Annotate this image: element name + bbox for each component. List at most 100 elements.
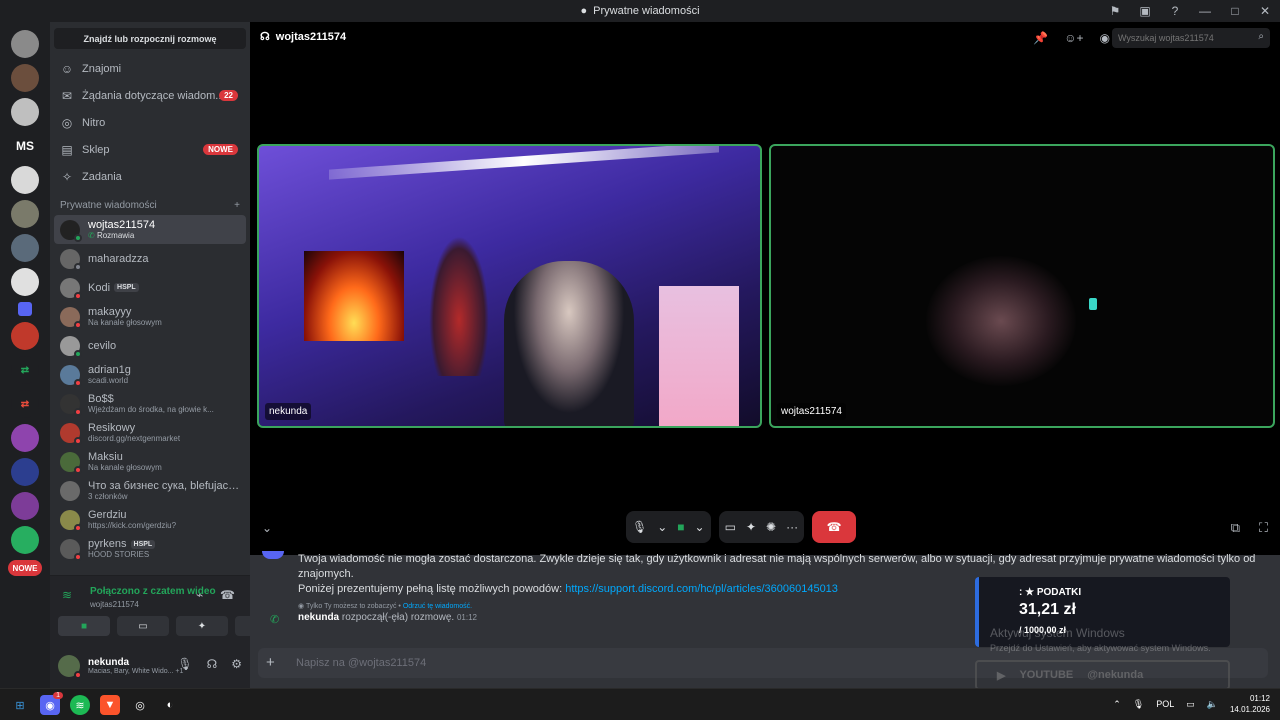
- server-icon[interactable]: [11, 458, 39, 486]
- more-icon[interactable]: ···: [786, 520, 798, 534]
- goal-value: 31,21 zł: [1019, 601, 1076, 618]
- maximize-button[interactable]: □: [1220, 4, 1250, 18]
- discord-taskbar-icon[interactable]: ◉ 1: [40, 692, 63, 715]
- server-icon[interactable]: [11, 424, 39, 452]
- call-started-message: nekunda rozpoczął(-ęła) rozmowę. 01:12: [298, 612, 477, 623]
- avatar[interactable]: [58, 654, 82, 679]
- network-icon[interactable]: ▭: [1186, 699, 1195, 710]
- requests-badge: 22: [219, 90, 238, 101]
- headphones-icon[interactable]: ☊: [207, 657, 218, 671]
- nav-shop[interactable]: ▤ Sklep NOWE: [50, 136, 250, 163]
- mail-icon: ✉: [61, 88, 73, 103]
- add-friends-icon[interactable]: ☺+: [1064, 31, 1083, 45]
- help-icon[interactable]: ?: [1160, 4, 1190, 18]
- brave-icon[interactable]: ▼: [100, 695, 120, 715]
- dm-item[interactable]: pyrkens HSPL HOOD STORIES: [54, 534, 246, 563]
- nav-friends[interactable]: ☺ Znajomi: [50, 55, 250, 82]
- clock[interactable]: 01:12 14.01.2026: [1230, 693, 1270, 715]
- screen-icon[interactable]: ▣: [1130, 4, 1160, 18]
- user-name: nekunda: [88, 656, 130, 668]
- dm-item[interactable]: Что за бизнес сука, blefujacy... 3 członk…: [54, 476, 246, 505]
- dismiss-message-link[interactable]: Odrzuć tę wiadomość.: [403, 603, 472, 610]
- support-link[interactable]: https://support.discord.com/hc/pl/articl…: [565, 583, 838, 595]
- popout-icon[interactable]: ⧉: [1231, 520, 1240, 536]
- screen-share-button[interactable]: ▭: [117, 616, 169, 636]
- chevron-down-icon[interactable]: ⌄: [695, 520, 705, 534]
- noise-suppression-icon[interactable]: ⌁: [196, 588, 203, 602]
- search-input[interactable]: [1112, 28, 1270, 48]
- camera-button[interactable]: ■: [58, 616, 110, 636]
- new-badge: NOWE: [203, 144, 238, 155]
- video-tile[interactable]: wojtas211574: [769, 144, 1275, 428]
- dm-item[interactable]: Maksiu Na kanale głosowym: [54, 447, 246, 476]
- chevron-down-icon[interactable]: ⌄: [262, 521, 272, 535]
- dm-item[interactable]: Resikowy discord.gg/nextgenmarket: [54, 418, 246, 447]
- dm-item[interactable]: wojtas211574 ✆ Rozmawia: [54, 215, 246, 244]
- server-icon[interactable]: [11, 526, 39, 554]
- server-icon[interactable]: ⇄: [11, 356, 39, 384]
- inbox-flag-icon[interactable]: ⚑: [1100, 4, 1130, 18]
- obs-icon[interactable]: ◎: [130, 695, 150, 715]
- media-controls: 🎙 ⌄ ■ ⌄: [626, 511, 711, 543]
- server-icon[interactable]: [11, 492, 39, 520]
- screen-share-icon[interactable]: ▭: [725, 520, 736, 534]
- voice-panel: ≋ Połączono z czatem wideo wojtas211574 …: [50, 575, 287, 643]
- dm-item[interactable]: Gerdziu https://kick.com/gerdziu?: [54, 505, 246, 534]
- nav-message-requests[interactable]: ✉ Żądania dotyczące wiadom... 22: [50, 82, 250, 109]
- youtube-icon: ▶: [997, 669, 1006, 682]
- youtube-overlay: ▶ YOUTUBE @nekunda: [975, 660, 1230, 690]
- server-icon[interactable]: [11, 30, 39, 58]
- title-bar: ● Prywatne wiadomości ⚑ ▣ ? — □ ✕: [0, 0, 1280, 22]
- fullscreen-icon[interactable]: ⛶: [1259, 520, 1268, 536]
- dm-item[interactable]: maharadzza: [54, 244, 246, 273]
- language-indicator[interactable]: POL: [1156, 699, 1174, 709]
- volume-icon[interactable]: 🔈: [1207, 699, 1218, 710]
- camera-icon[interactable]: ■: [677, 520, 684, 534]
- user-panel: nekunda Macias, Bary, White Wido... +1 🎙…: [50, 643, 250, 688]
- attach-icon[interactable]: +: [266, 654, 275, 671]
- spotify-icon[interactable]: ≋: [70, 695, 90, 715]
- nav-nitro[interactable]: ◎ Nitro: [50, 109, 250, 136]
- server-icon[interactable]: [11, 322, 39, 350]
- video-tile[interactable]: nekunda: [257, 144, 762, 428]
- server-icon[interactable]: [11, 200, 39, 228]
- friends-icon: ☺: [60, 61, 74, 76]
- microphone-icon[interactable]: 🎙: [1133, 699, 1144, 710]
- close-button[interactable]: ✕: [1250, 4, 1280, 18]
- dm-item[interactable]: makayyy Na kanale głosowym: [54, 302, 246, 331]
- nav-quests[interactable]: ✧ Zadania: [50, 163, 250, 190]
- server-icon[interactable]: [11, 234, 39, 262]
- soundboard-icon[interactable]: ✺: [766, 520, 776, 534]
- dm-item[interactable]: adrian1g scadi.world: [54, 360, 246, 389]
- activities-button[interactable]: ✦: [176, 616, 228, 636]
- dm-item[interactable]: Bo$$ Wjeżdżam do środka, na głowie k...: [54, 389, 246, 418]
- server-icon[interactable]: [11, 98, 39, 126]
- folder-icon[interactable]: [18, 302, 32, 316]
- server-icon[interactable]: [11, 166, 39, 194]
- dm-item[interactable]: Kodi HSPL: [54, 273, 246, 302]
- activities-icon[interactable]: ✦: [746, 520, 756, 534]
- dm-item[interactable]: cevilo: [54, 331, 246, 360]
- server-icon[interactable]: [11, 64, 39, 92]
- microphone-icon[interactable]: 🎙: [632, 520, 647, 534]
- microphone-icon[interactable]: 🎙: [177, 657, 192, 671]
- hang-up-button[interactable]: ☎: [812, 511, 857, 543]
- minimize-button[interactable]: —: [1190, 4, 1220, 18]
- chevron-down-icon[interactable]: ⌄: [657, 520, 667, 534]
- disconnect-icon[interactable]: ☎: [220, 588, 235, 602]
- clyde-avatar: [262, 551, 284, 559]
- server-ms[interactable]: MS: [11, 132, 39, 160]
- message-input[interactable]: [296, 648, 896, 678]
- server-icon[interactable]: ⇄: [11, 390, 39, 418]
- windows-start-icon[interactable]: ⊞: [10, 695, 30, 715]
- server-icon[interactable]: [11, 268, 39, 296]
- user-profile-icon[interactable]: ◉: [1100, 31, 1110, 45]
- steam-icon[interactable]: ◐: [160, 695, 180, 715]
- call-icon: ✆: [88, 231, 97, 240]
- notification-badge: 1: [53, 692, 63, 699]
- add-dm-icon[interactable]: +: [234, 200, 240, 211]
- find-conversation-button[interactable]: Znajdź lub rozpocznij rozmowę: [54, 28, 246, 49]
- settings-icon[interactable]: ⚙: [231, 657, 242, 671]
- pin-icon[interactable]: 📌: [1033, 31, 1048, 45]
- chevron-up-icon[interactable]: ⌃: [1113, 699, 1121, 710]
